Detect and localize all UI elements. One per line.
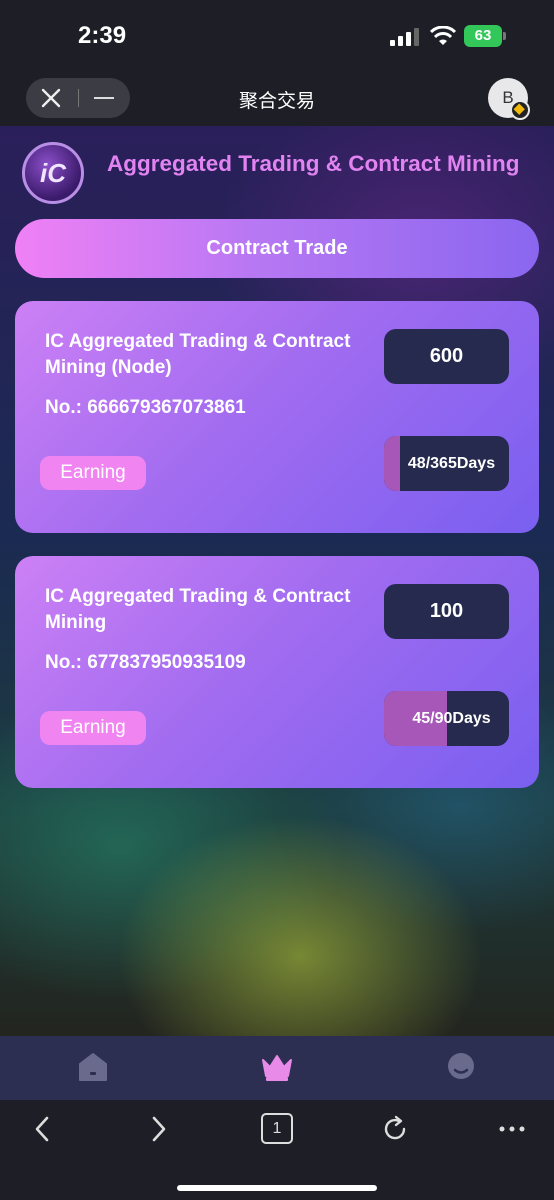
back-icon[interactable] — [28, 1114, 58, 1144]
status-badge: Earning — [40, 711, 146, 745]
status-time: 2:39 — [78, 22, 127, 49]
contract-trade-button[interactable]: Contract Trade — [15, 219, 539, 278]
crown-icon[interactable] — [260, 1050, 294, 1084]
logo-text: iC — [40, 157, 66, 188]
progress-box: 45/90Days — [384, 691, 509, 746]
battery-icon: 63 — [464, 25, 506, 47]
signal-icon — [390, 28, 419, 46]
refresh-icon[interactable] — [380, 1114, 410, 1144]
battery-level: 63 — [464, 25, 502, 47]
page-title: 聚合交易 — [238, 91, 315, 112]
amount-box: 600 — [384, 329, 509, 384]
card-number: No.: 677837950935109 — [45, 652, 246, 673]
profile-icon[interactable] — [444, 1050, 478, 1084]
header-title: Aggregated Trading & Contract Mining — [107, 151, 520, 176]
status-bar: 2:39 63 — [0, 0, 554, 76]
tabs-count-button[interactable]: 1 — [261, 1113, 293, 1144]
card-title: IC Aggregated Trading & Contract Mining … — [45, 331, 351, 378]
progress-label: 48/365Days — [407, 455, 496, 472]
badge-icon — [510, 100, 530, 120]
home-indicator — [177, 1185, 377, 1191]
wifi-icon — [430, 26, 456, 45]
progress-label: 45/90Days — [412, 710, 491, 727]
status-badge: Earning — [40, 456, 146, 490]
more-icon[interactable] — [497, 1114, 527, 1144]
home-icon[interactable] — [76, 1050, 110, 1084]
nav-bar: 聚合交易 B — [0, 76, 554, 126]
main-content: iC Aggregated Trading & Contract Mining … — [0, 126, 554, 1036]
contract-card[interactable]: IC Aggregated Trading & Contract Mining … — [15, 556, 539, 788]
tab-bar — [0, 1036, 554, 1100]
app-logo: iC — [22, 142, 84, 204]
progress-box: 48/365Days — [384, 436, 509, 491]
contract-card[interactable]: IC Aggregated Trading & Contract Mining … — [15, 301, 539, 533]
card-number: No.: 666679367073861 — [45, 397, 246, 418]
browser-toolbar: 1 — [0, 1100, 554, 1200]
amount-box: 100 — [384, 584, 509, 639]
card-title: IC Aggregated Trading & Contract Mining — [45, 586, 351, 633]
forward-icon[interactable] — [143, 1114, 173, 1144]
